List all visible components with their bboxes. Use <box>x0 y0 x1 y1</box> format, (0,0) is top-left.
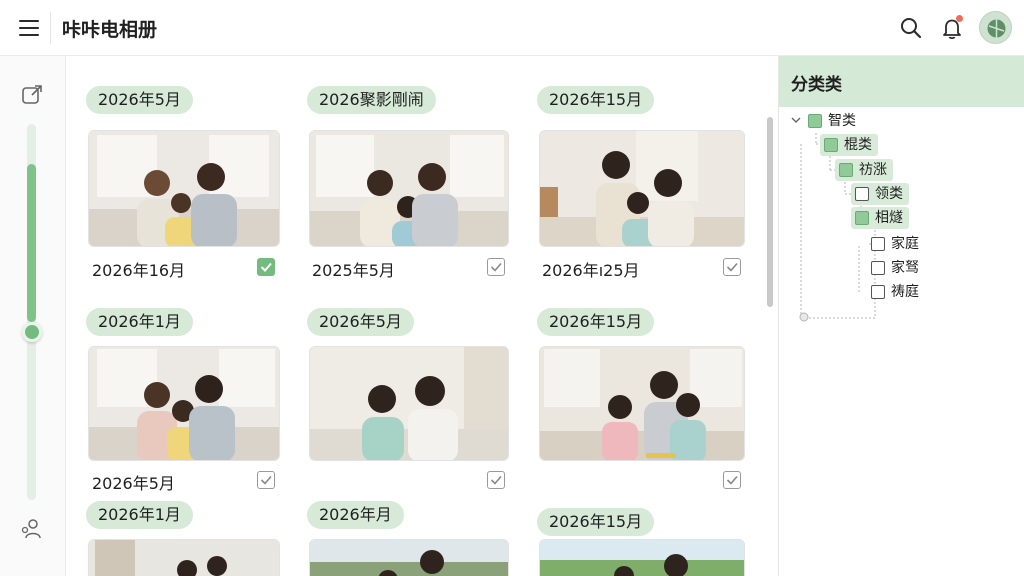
tree-checkbox[interactable] <box>824 138 838 152</box>
app-title: 咔咔电相册 <box>62 19 158 41</box>
grid-scrollbar[interactable] <box>767 117 773 307</box>
top-bar: 咔咔电相册 <box>0 0 1024 56</box>
date-pill[interactable]: 2026年1月 <box>86 501 193 529</box>
select-checkbox[interactable] <box>723 471 741 489</box>
zoom-slider-fill <box>27 164 36 322</box>
date-pill[interactable]: 2026年15月 <box>537 308 655 336</box>
tree-item[interactable]: 祊涨 <box>835 159 893 181</box>
left-rail <box>0 56 66 576</box>
photo-thumbnail[interactable] <box>88 130 280 247</box>
photo-thumbnail[interactable] <box>309 346 509 461</box>
date-pill[interactable]: 2026年5月 <box>86 86 193 114</box>
photo-thumbnail[interactable] <box>539 346 745 461</box>
tree-item[interactable]: 祷庭 <box>871 281 919 303</box>
date-pill[interactable]: 2026年15月 <box>537 508 655 536</box>
photo-grid: 2026年5月 2026聚影剛闹 2026年15月 2026年16月 2025年… <box>67 57 767 576</box>
select-checkbox[interactable] <box>257 258 275 276</box>
photo-thumbnail[interactable] <box>539 539 745 576</box>
tree-item-label: 祊涨 <box>859 162 887 178</box>
tree-item[interactable]: 家驽 <box>871 257 919 279</box>
share-icon[interactable] <box>19 82 45 108</box>
tree-item[interactable]: 棍类 <box>820 134 878 156</box>
search-icon[interactable] <box>897 14 925 42</box>
category-panel: 分类类 智类 棍类 祊涨 领类 相燧 家庭 家驽 祷庭 <box>778 56 1024 576</box>
divider <box>50 12 51 44</box>
photo-thumbnail[interactable] <box>539 130 745 247</box>
tree-item[interactable]: 领类 <box>851 183 909 205</box>
photo-caption: 2026年16月 <box>92 261 186 280</box>
tree-connectors <box>791 117 885 322</box>
tree-checkbox[interactable] <box>808 114 822 128</box>
tree-item[interactable]: 家庭 <box>871 233 919 255</box>
select-checkbox[interactable] <box>487 258 505 276</box>
photo-thumbnail[interactable] <box>88 539 280 576</box>
tree-item-label: 家驽 <box>891 260 919 276</box>
zoom-slider-thumb[interactable] <box>22 322 42 342</box>
date-pill[interactable]: 2026年月 <box>307 501 404 529</box>
tree-checkbox[interactable] <box>871 261 885 275</box>
date-pill[interactable]: 2026聚影剛闹 <box>307 86 436 114</box>
tree-item-label: 祷庭 <box>891 284 919 300</box>
notification-dot <box>956 15 963 22</box>
tree-item[interactable]: 智类 <box>808 110 856 132</box>
tree-item-label: 棍类 <box>844 137 872 153</box>
photo-thumbnail[interactable] <box>309 130 509 247</box>
photo-thumbnail[interactable] <box>309 539 509 576</box>
date-pill[interactable]: 2026年1月 <box>86 308 193 336</box>
tree-checkbox[interactable] <box>839 163 853 177</box>
select-checkbox[interactable] <box>723 258 741 276</box>
tree-item-label: 智类 <box>828 113 856 129</box>
avatar[interactable] <box>979 11 1012 44</box>
bell-icon[interactable] <box>938 14 966 42</box>
tree-checkbox[interactable] <box>855 211 869 225</box>
select-checkbox[interactable] <box>257 471 275 489</box>
tree-item-label: 家庭 <box>891 236 919 252</box>
select-checkbox[interactable] <box>487 471 505 489</box>
photo-caption: 2026年5月 <box>92 474 175 493</box>
tree-item[interactable]: 相燧 <box>851 207 909 229</box>
tree-checkbox[interactable] <box>871 285 885 299</box>
photo-caption: 2026年ı25月 <box>542 261 640 280</box>
photo-caption: 2025年5月 <box>312 261 395 280</box>
menu-icon[interactable] <box>14 14 44 42</box>
date-pill[interactable]: 2026年15月 <box>537 86 655 114</box>
tree-checkbox[interactable] <box>855 187 869 201</box>
tree-item-label: 相燧 <box>875 210 903 226</box>
date-pill[interactable]: 2026年5月 <box>307 308 414 336</box>
zoom-slider[interactable] <box>27 124 36 500</box>
photo-thumbnail[interactable] <box>88 346 280 461</box>
people-icon[interactable] <box>19 516 45 542</box>
tree-checkbox[interactable] <box>871 237 885 251</box>
tree-item-label: 领类 <box>875 186 903 202</box>
